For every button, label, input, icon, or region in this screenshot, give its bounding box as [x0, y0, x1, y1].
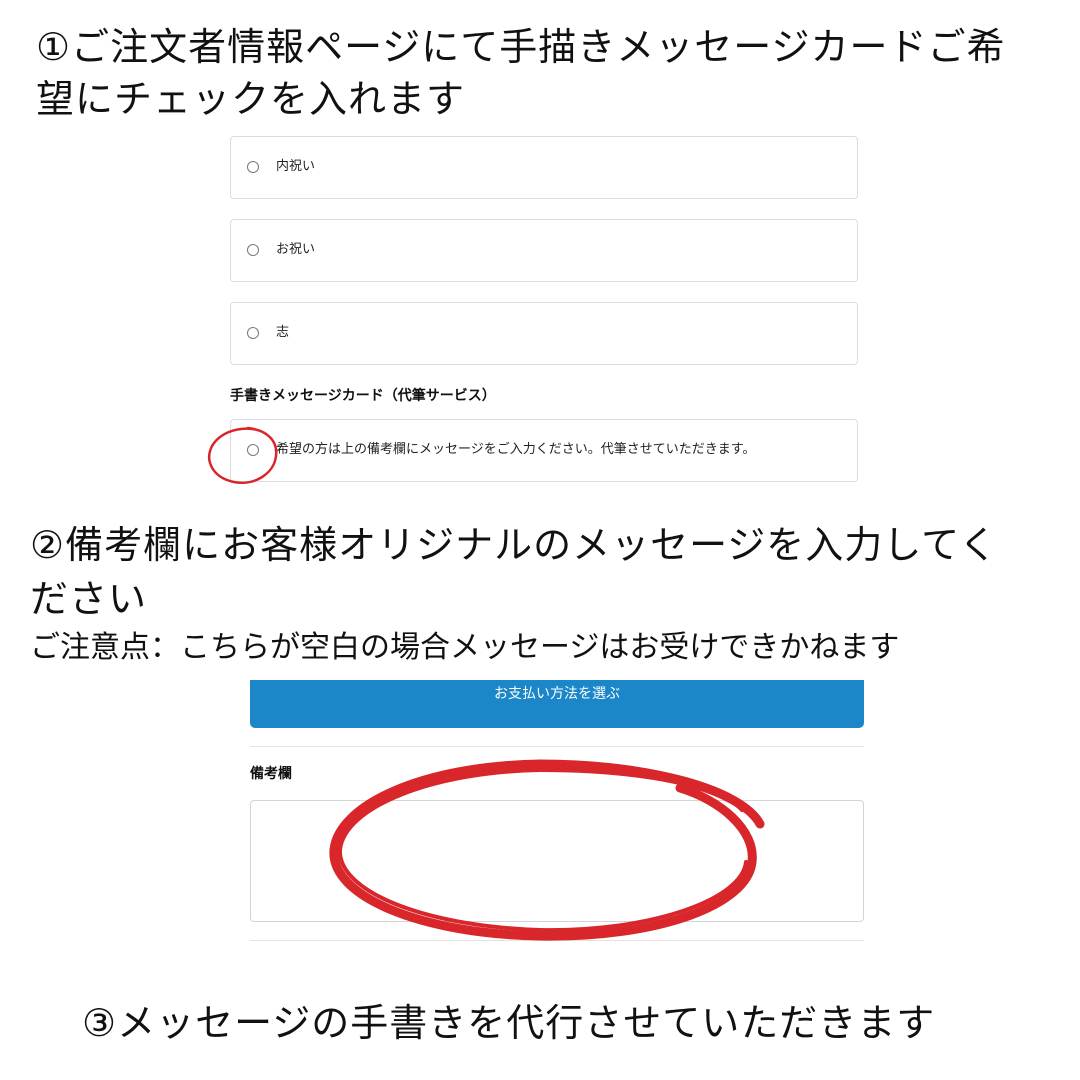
radio-kokorozashi[interactable] [247, 327, 259, 339]
option-label-naishugi: 内祝い [276, 159, 316, 174]
choose-payment-label: お支払い方法を選ぶ [494, 686, 620, 702]
step1-line2: 望にチェックを入れます [36, 77, 466, 121]
radio-handwritten-card[interactable] [247, 444, 259, 456]
step1-line1: ①ご注文者情報ページにて手描きメッセージカードご希 [36, 25, 1006, 69]
option-label-oiwai: お祝い [276, 242, 316, 257]
step2-line2: ださい [30, 577, 148, 621]
step2-line1: ②備考欄にお客様オリジナルのメッセージを入力してく [30, 523, 999, 567]
option-handwritten-card[interactable]: 希望の方は上の備考欄にメッセージをご入力ください。代筆させていただきます。 [230, 419, 858, 482]
radio-naishugi[interactable] [247, 161, 259, 173]
card-section-title: 手書きメッセージカード（代筆サービス） [230, 388, 496, 404]
option-kokorozashi[interactable]: 志 [230, 302, 858, 365]
option-oiwai[interactable]: お祝い [230, 219, 858, 282]
notice-text: ご注意点：こちらが空白の場合メッセージはお受けできかねます [30, 630, 900, 665]
step3-text: ③メッセージの手書きを代行させていただきます [82, 1001, 936, 1045]
option-naishugi[interactable]: 内祝い [230, 136, 858, 199]
option-label-kokorozashi: 志 [276, 325, 290, 340]
divider-top [250, 746, 864, 747]
remarks-label: 備考欄 [250, 766, 292, 782]
divider-bottom [250, 940, 864, 941]
choose-payment-button[interactable]: お支払い方法を選ぶ [250, 680, 864, 728]
option-label-handwritten-card: 希望の方は上の備考欄にメッセージをご入力ください。代筆させていただきます。 [276, 442, 756, 457]
radio-oiwai[interactable] [247, 244, 259, 256]
remarks-textarea[interactable] [250, 800, 864, 922]
